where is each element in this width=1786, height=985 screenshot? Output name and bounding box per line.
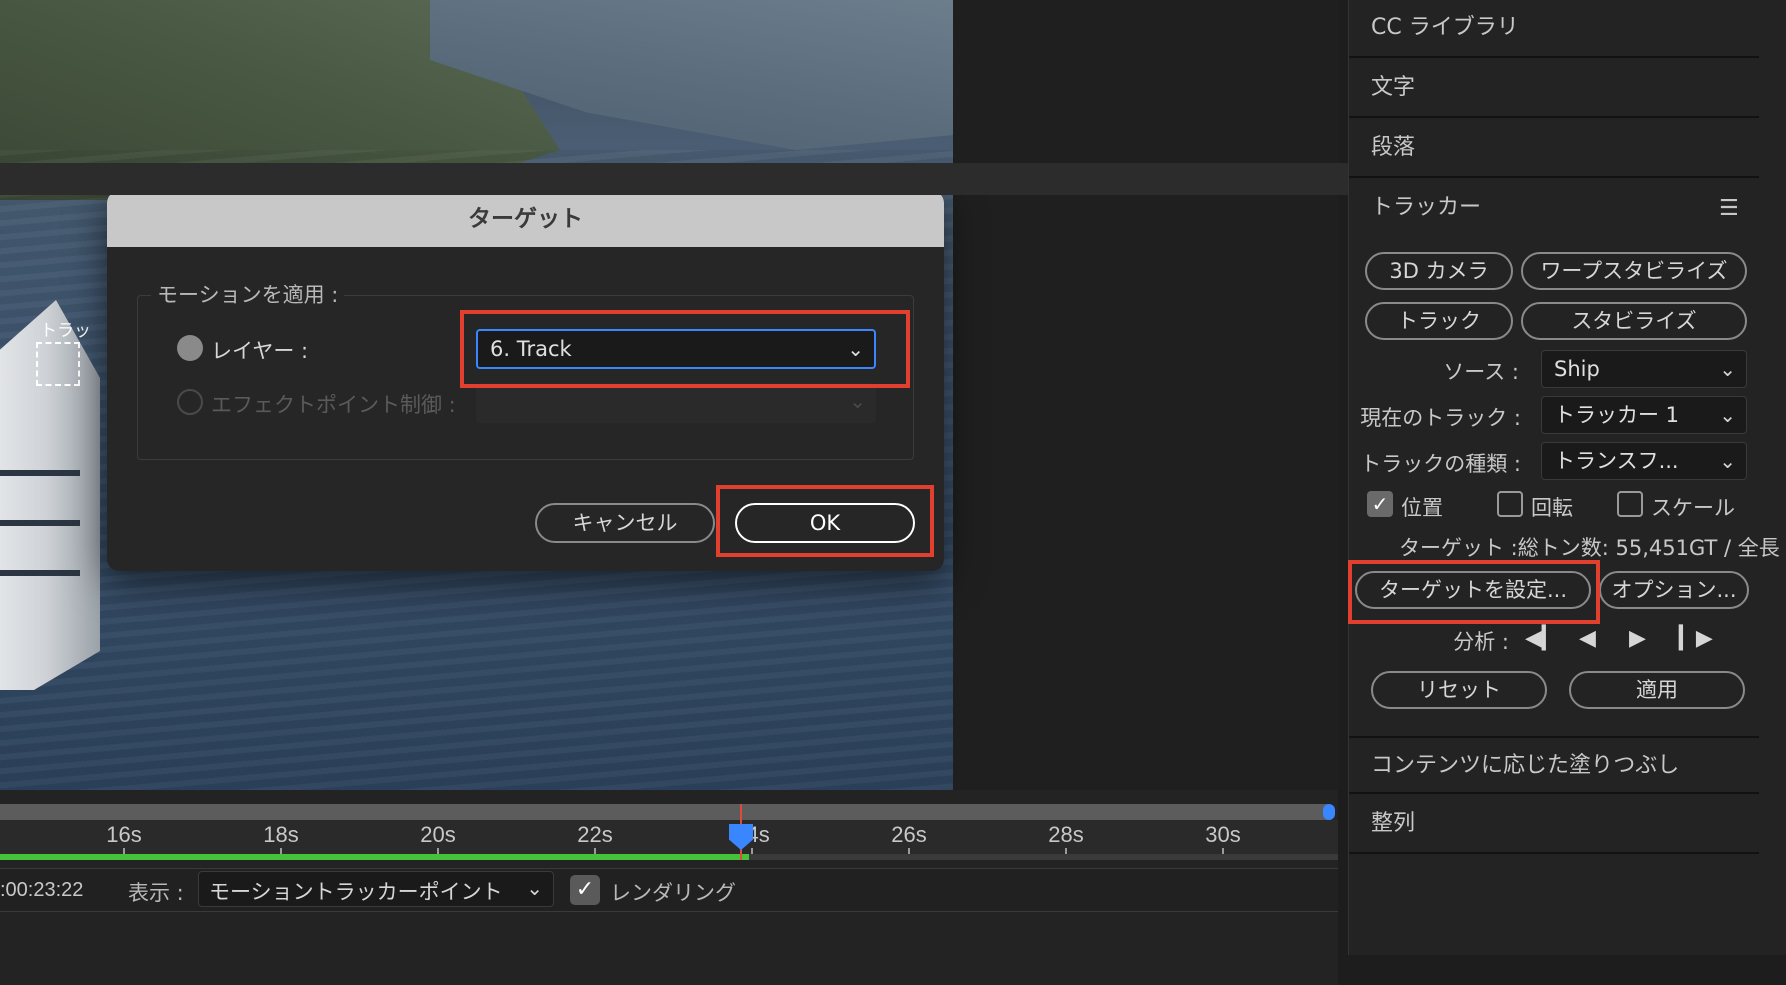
time-tick-label: 26s xyxy=(891,822,927,847)
effect-point-select: ⌄ xyxy=(476,383,876,423)
current-track-select-value: トラッカー 1 xyxy=(1554,403,1680,427)
apply-motion-group-title: モーションを適用 : xyxy=(151,279,345,309)
apply-button[interactable]: 適用 xyxy=(1569,671,1745,709)
track-button[interactable]: トラック xyxy=(1365,302,1513,340)
timeline-controls: :00:23:22 表示 : モーショントラッカーポイント ⌄ ✓ レンダリング xyxy=(0,868,1338,912)
warp-stabilize-button[interactable]: ワープスタビライズ xyxy=(1521,252,1747,290)
track-point-box[interactable] xyxy=(36,342,80,386)
analyze-label: 分析 : xyxy=(1453,630,1509,654)
layer-radio-label: レイヤー : xyxy=(211,339,309,363)
time-tick-label: 20s xyxy=(420,822,456,847)
current-track-label: 現在のトラック : xyxy=(1360,406,1521,430)
scale-checkbox[interactable] xyxy=(1617,491,1643,517)
panel-tracker[interactable]: トラッカー xyxy=(1349,180,1759,238)
ship-window-row xyxy=(0,470,80,476)
source-label: ソース : xyxy=(1443,360,1519,384)
panel-cc-library[interactable]: CC ライブラリ xyxy=(1349,0,1759,58)
show-label: 表示 : xyxy=(128,881,184,905)
track-type-select[interactable]: トランスフ... ⌄ xyxy=(1541,442,1747,480)
ship-window-row xyxy=(0,570,80,576)
chevron-down-icon: ⌄ xyxy=(847,337,864,361)
time-tick-label: 18s xyxy=(263,822,299,847)
step-back-icon[interactable]: ◀▎ xyxy=(1525,626,1559,651)
panel-align[interactable]: 整列 xyxy=(1349,796,1759,854)
time-tick-label: 16s xyxy=(106,822,142,847)
reset-button[interactable]: リセット xyxy=(1371,671,1547,709)
rotation-checkbox[interactable] xyxy=(1497,491,1523,517)
track-point-label: トラッ xyxy=(40,321,91,341)
layer-radio[interactable] xyxy=(177,335,203,361)
work-area-end-handle[interactable] xyxy=(1323,804,1335,820)
target-dialog: ターゲット モーションを適用 : レイヤー : 6. Track ⌄ エフェクト… xyxy=(107,191,944,571)
apply-motion-group xyxy=(137,295,914,460)
render-checkbox-label: レンダリング xyxy=(610,881,736,905)
rotation-checkbox-label: 回転 xyxy=(1531,496,1573,520)
chevron-down-icon: ⌄ xyxy=(526,876,543,900)
panel-paragraph[interactable]: 段落 xyxy=(1349,120,1759,178)
show-select[interactable]: モーショントラッカーポイント ⌄ xyxy=(198,871,554,907)
chevron-down-icon: ⌄ xyxy=(849,389,866,413)
show-select-value: モーショントラッカーポイント xyxy=(209,880,503,904)
panel-content-aware-fill[interactable]: コンテンツに応じた塗りつぶし xyxy=(1349,736,1759,794)
options-button[interactable]: オプション... xyxy=(1599,571,1749,609)
camera-3d-button[interactable]: 3D カメラ xyxy=(1365,252,1513,290)
timeline-panel: 16s18s20s22s24s26s28s30s :00:23:22 表示 : … xyxy=(0,790,1338,985)
work-area-bar[interactable] xyxy=(0,804,1328,820)
ok-button[interactable]: OK xyxy=(735,503,915,543)
right-panel-stack: CC ライブラリ 文字 段落 トラッカー ☰ 3D カメラ ワープスタビライズ … xyxy=(1348,0,1786,955)
render-progress-bar xyxy=(0,854,749,860)
panel-character[interactable]: 文字 xyxy=(1349,60,1759,118)
position-checkbox[interactable]: ✓ xyxy=(1367,491,1393,517)
layer-select-value: 6. Track xyxy=(490,337,572,361)
time-ruler[interactable]: 16s18s20s22s24s26s28s30s xyxy=(0,820,1338,854)
chevron-down-icon: ⌄ xyxy=(1719,403,1736,427)
effect-point-radio[interactable] xyxy=(177,389,203,415)
current-timecode[interactable]: :00:23:22 xyxy=(0,879,83,902)
play-forward-icon[interactable]: ▶ xyxy=(1629,626,1646,651)
ship-window-row xyxy=(0,520,80,526)
step-forward-icon[interactable]: ▎▶ xyxy=(1679,626,1713,651)
chevron-down-icon: ⌄ xyxy=(1719,357,1736,381)
effect-point-radio-label: エフェクトポイント制御 : xyxy=(211,393,456,417)
stabilize-button[interactable]: スタビライズ xyxy=(1521,302,1747,340)
target-info-text: ターゲット :総トン数: 55,451GT / 全長 xyxy=(1399,536,1780,560)
play-backward-icon[interactable]: ◀ xyxy=(1579,626,1596,651)
cancel-button[interactable]: キャンセル xyxy=(535,503,715,543)
scale-checkbox-label: スケール xyxy=(1651,496,1735,520)
source-select-value: Ship xyxy=(1554,357,1600,381)
track-type-select-value: トランスフ... xyxy=(1554,449,1679,473)
source-select[interactable]: Ship ⌄ xyxy=(1541,350,1747,388)
time-tick-label: 22s xyxy=(577,822,613,847)
layer-select[interactable]: 6. Track ⌄ xyxy=(476,329,876,369)
time-tick-label: 30s xyxy=(1205,822,1241,847)
composition-background xyxy=(953,0,1339,790)
chevron-down-icon: ⌄ xyxy=(1719,449,1736,473)
dialog-title: ターゲット xyxy=(107,191,944,247)
menu-icon[interactable]: ☰ xyxy=(1719,196,1739,221)
render-progress-remaining xyxy=(749,854,1338,860)
current-track-select[interactable]: トラッカー 1 ⌄ xyxy=(1541,396,1747,434)
track-type-label: トラックの種類 : xyxy=(1360,452,1521,476)
time-tick-label: 28s xyxy=(1048,822,1084,847)
position-checkbox-label: 位置 xyxy=(1401,496,1443,520)
render-checkbox[interactable]: ✓ xyxy=(570,875,600,905)
set-target-button[interactable]: ターゲットを設定... xyxy=(1355,571,1591,609)
